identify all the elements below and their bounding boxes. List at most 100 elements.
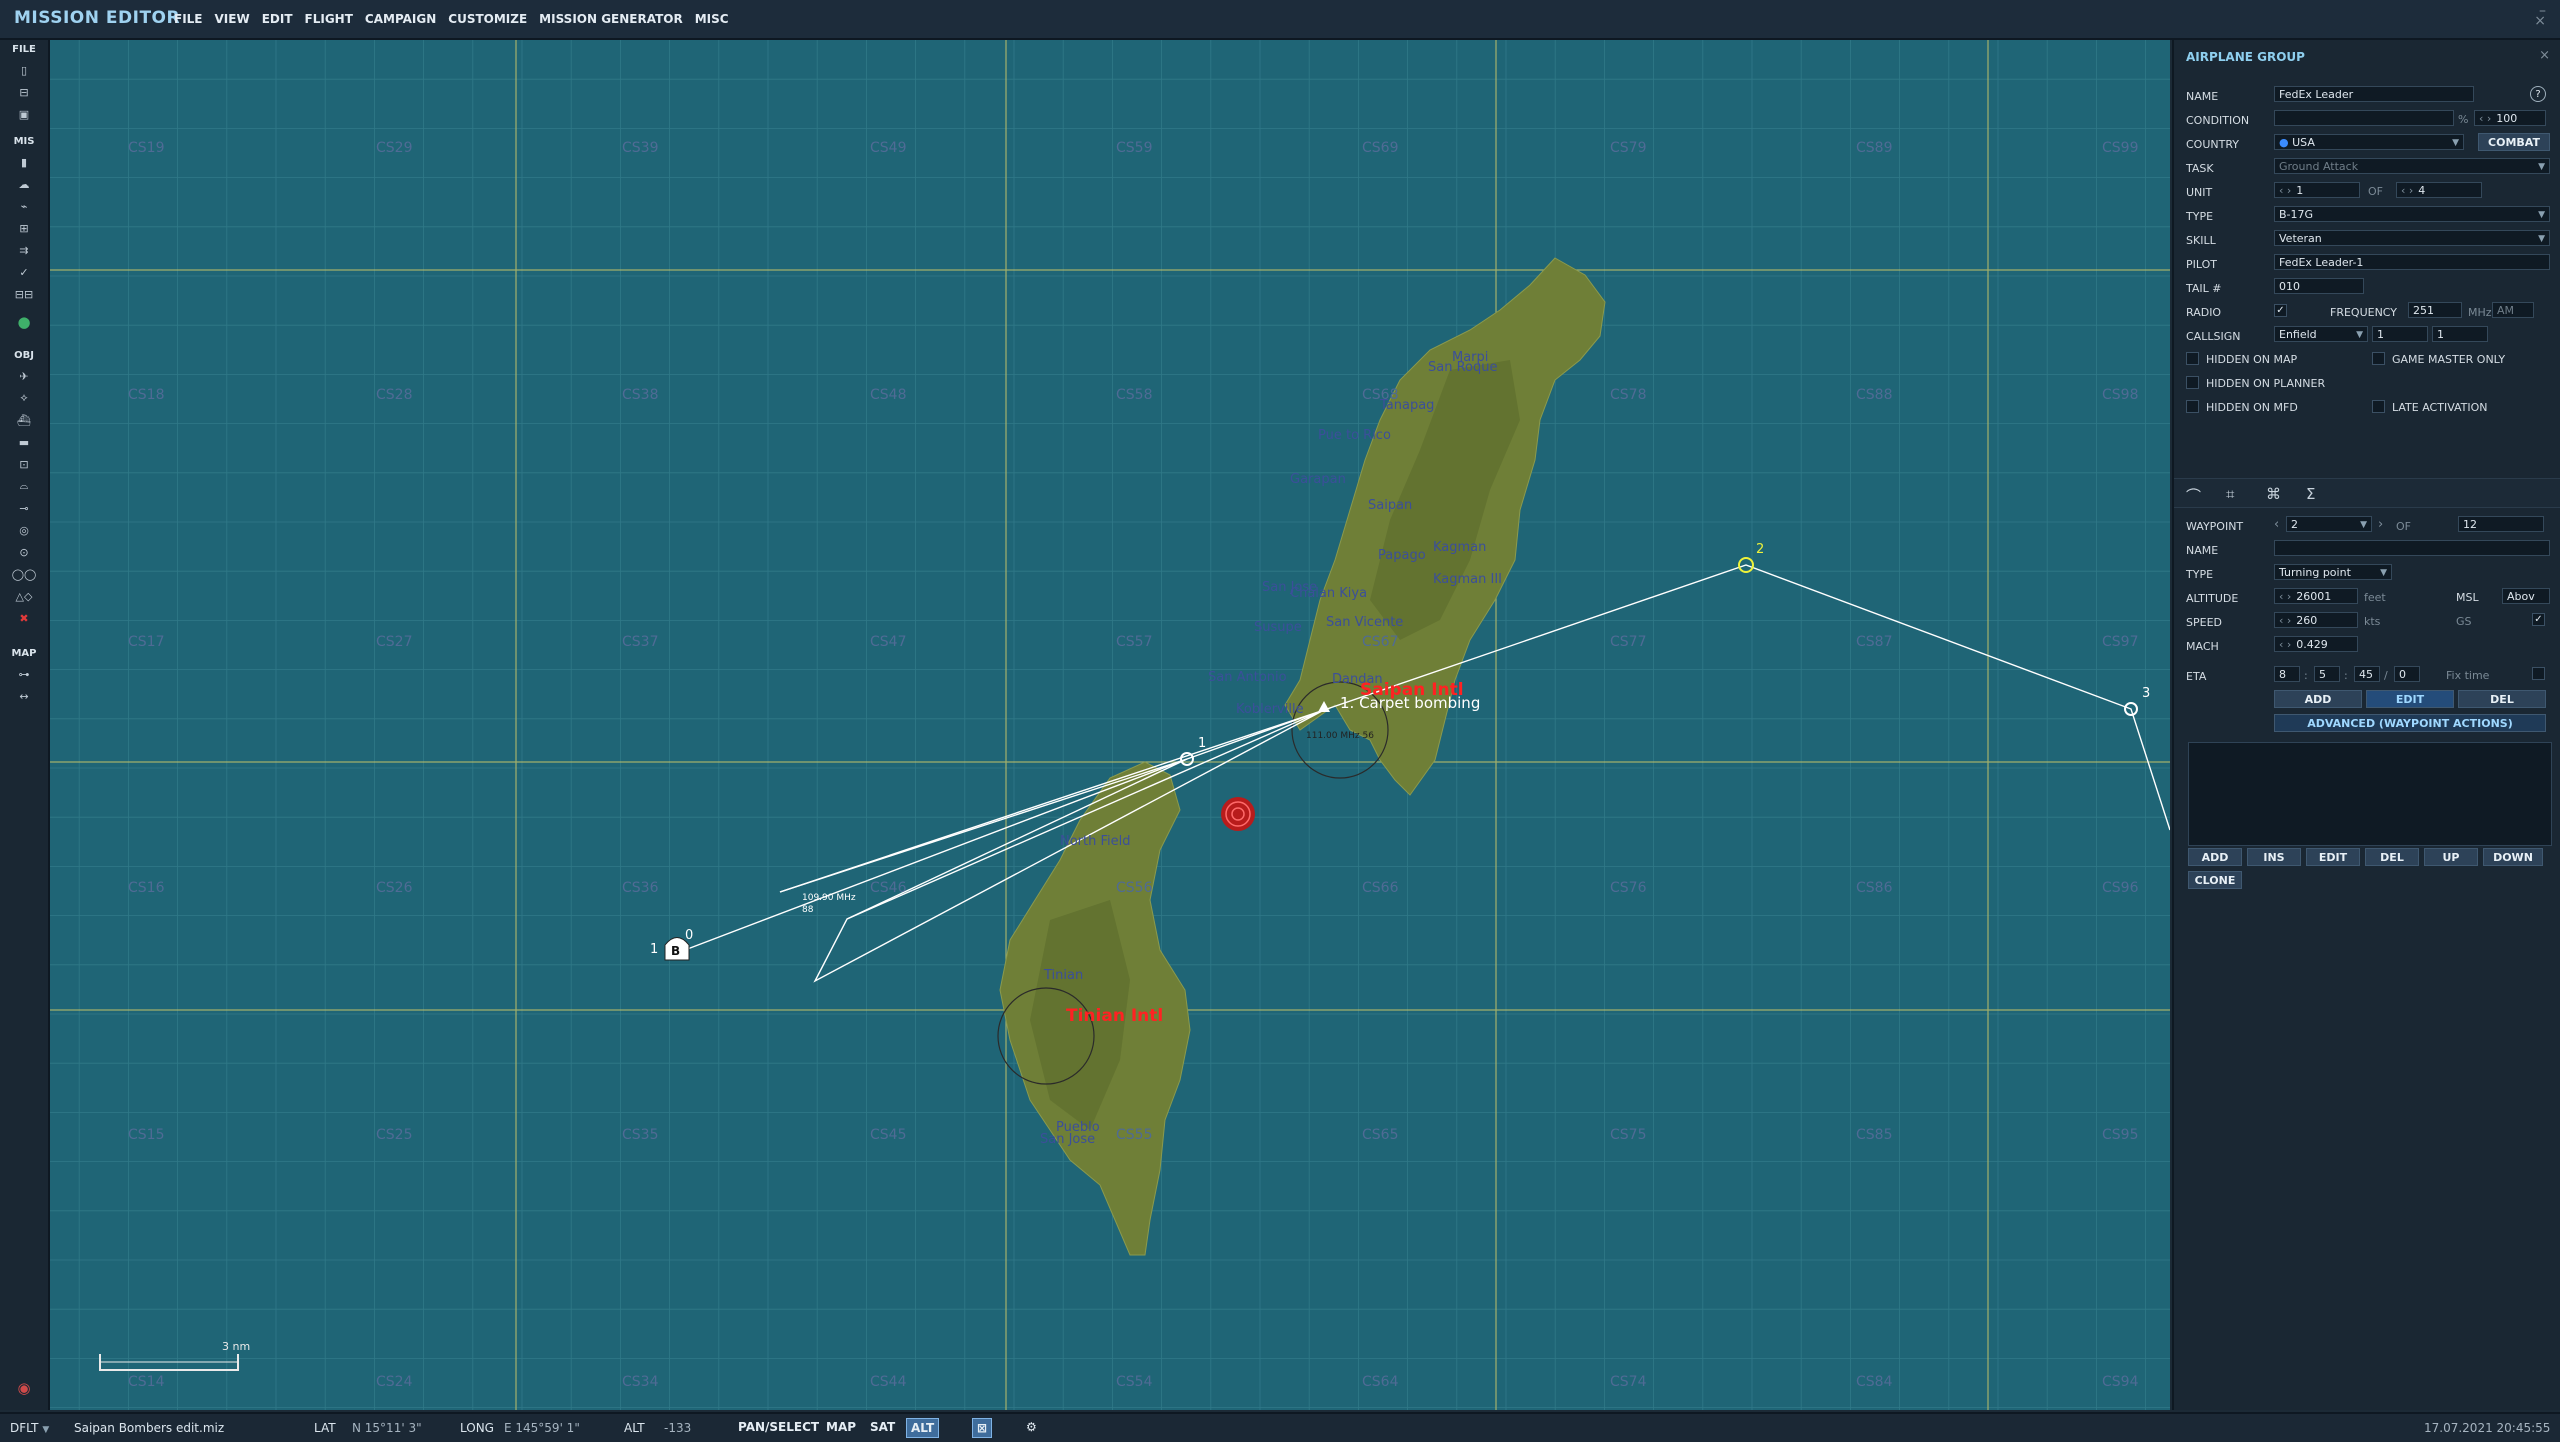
- eta-minutes-field[interactable]: 5: [2314, 666, 2340, 682]
- callsign-number-1[interactable]: 1: [2372, 326, 2428, 342]
- tinian-airfield-label[interactable]: Tinian Intl: [1066, 1006, 1163, 1026]
- action-delete-button[interactable]: DEL: [2365, 848, 2419, 866]
- country-select[interactable]: ● USA ▼: [2274, 134, 2464, 150]
- template-icon[interactable]: ⌓: [9, 478, 39, 494]
- draw-shapes-icon[interactable]: △◇: [9, 588, 39, 604]
- modulation-select[interactable]: AM: [2492, 302, 2534, 318]
- goals-icon[interactable]: ⊞: [9, 220, 39, 236]
- condition-field[interactable]: [2274, 110, 2454, 126]
- summary-tab-icon[interactable]: Σ: [2306, 485, 2315, 503]
- pilot-field[interactable]: FedEx Leader-1: [2274, 254, 2550, 270]
- ground-unit-icon[interactable]: ▬: [9, 434, 39, 450]
- waypoint-select[interactable]: 2 ▼: [2286, 516, 2372, 532]
- nav-point-icon[interactable]: ⊙: [9, 544, 39, 560]
- action-insert-button[interactable]: INS: [2247, 848, 2301, 866]
- menu-file[interactable]: FILE: [174, 12, 203, 26]
- actions-list[interactable]: [2188, 742, 2552, 846]
- settings-icon[interactable]: ⚙: [1022, 1418, 1041, 1436]
- new-mission-icon[interactable]: ▯: [9, 62, 39, 78]
- hidden-on-map-checkbox[interactable]: [2186, 352, 2199, 365]
- menu-edit[interactable]: EDIT: [262, 12, 293, 26]
- eta-frames-field[interactable]: 0: [2394, 666, 2420, 682]
- next-waypoint-icon[interactable]: ›: [2378, 517, 2383, 532]
- eta-seconds-field[interactable]: 45: [2354, 666, 2380, 682]
- ship-icon[interactable]: ⛴: [9, 412, 39, 428]
- action-add-button[interactable]: ADD: [2188, 848, 2242, 866]
- menu-customize[interactable]: CUSTOMIZE: [448, 12, 527, 26]
- ground-speed-checkbox[interactable]: ✓: [2532, 613, 2545, 626]
- menu-view[interactable]: VIEW: [215, 12, 250, 26]
- map-options-icon[interactable]: ⊶: [9, 666, 39, 682]
- late-activation-checkbox[interactable]: [2372, 400, 2385, 413]
- menu-misc[interactable]: MISC: [695, 12, 729, 26]
- helicopter-icon[interactable]: ⟡: [9, 390, 39, 406]
- check-icon[interactable]: ✓: [9, 264, 39, 280]
- waypoint-name-field[interactable]: [2274, 540, 2550, 556]
- waypoint-delete-button[interactable]: DEL: [2458, 690, 2546, 708]
- altitude-reference-select[interactable]: Abov: [2502, 588, 2550, 604]
- static-object-icon[interactable]: ⊡: [9, 456, 39, 472]
- altitude-reference[interactable]: MSL: [2456, 591, 2479, 604]
- previous-waypoint-icon[interactable]: ‹: [2274, 517, 2279, 532]
- eta-hours-field[interactable]: 8: [2274, 666, 2300, 682]
- action-down-button[interactable]: DOWN: [2483, 848, 2543, 866]
- callsign-select[interactable]: Enfield ▼: [2274, 326, 2368, 342]
- mach-stepper[interactable]: ‹ › 0.429: [2274, 636, 2358, 652]
- record-icon[interactable]: ◉: [9, 1379, 39, 1397]
- action-up-button[interactable]: UP: [2424, 848, 2478, 866]
- briefing-icon[interactable]: ▮: [9, 154, 39, 170]
- options-icon[interactable]: ⌁: [9, 198, 39, 214]
- hidden-on-mfd-checkbox[interactable]: [2186, 400, 2199, 413]
- combat-button[interactable]: COMBAT: [2478, 133, 2550, 151]
- task-select[interactable]: Ground Attack ▼: [2274, 158, 2550, 174]
- waypoint-edit-button[interactable]: EDIT: [2366, 690, 2454, 708]
- panel-close-icon[interactable]: ×: [2539, 48, 2550, 63]
- menu-flight[interactable]: FLIGHT: [305, 12, 353, 26]
- profile-select[interactable]: DFLT ▼: [10, 1421, 49, 1435]
- payload-tab-icon[interactable]: ⌘: [2266, 485, 2281, 503]
- weather-icon[interactable]: ☁: [9, 176, 39, 192]
- airplane-icon[interactable]: ✈: [9, 368, 39, 384]
- group-name-field[interactable]: FedEx Leader: [2274, 86, 2474, 102]
- radio-checkbox[interactable]: ✓: [2274, 304, 2287, 317]
- skill-select[interactable]: Veteran ▼: [2274, 230, 2550, 246]
- open-mission-icon[interactable]: ⊟: [9, 84, 39, 100]
- callsign-number-2[interactable]: 1: [2432, 326, 2488, 342]
- airfield-icon[interactable]: ◯◯: [9, 566, 39, 582]
- menu-mission-generator[interactable]: MISSION GENERATOR: [539, 12, 683, 26]
- map-mode-button[interactable]: MAP: [822, 1418, 860, 1436]
- advanced-waypoint-actions-button[interactable]: ADVANCED (WAYPOINT ACTIONS): [2274, 714, 2546, 732]
- game-master-only-checkbox[interactable]: [2372, 352, 2385, 365]
- tail-number-field[interactable]: 010: [2274, 278, 2364, 294]
- speed-stepper[interactable]: ‹ › 260: [2274, 612, 2358, 628]
- map-view[interactable]: CS19 CS29 CS39 CS49 CS59 CS69 CS79 CS89 CS99 CS18…: [50, 40, 2170, 1410]
- group-type-letter[interactable]: B: [671, 944, 680, 958]
- measure-icon[interactable]: ↔: [9, 688, 39, 704]
- route-tab-icon[interactable]: ⌒: [2186, 485, 2201, 506]
- pan-select-button[interactable]: PAN/SELECT: [734, 1418, 823, 1436]
- unit-stepper[interactable]: ‹ › 1: [2274, 182, 2360, 198]
- fly-mission-icon[interactable]: ●: [9, 313, 39, 331]
- satellite-mode-button[interactable]: SAT: [866, 1418, 899, 1436]
- type-select[interactable]: B-17G ▼: [2274, 206, 2550, 222]
- altitude-mode-button[interactable]: ALT: [906, 1418, 940, 1438]
- save-mission-icon[interactable]: ▣: [9, 106, 39, 122]
- resources-icon[interactable]: ⊟⊟: [9, 286, 39, 302]
- triggers-icon[interactable]: ⇉: [9, 242, 39, 258]
- unit-total-stepper[interactable]: ‹ › 4: [2396, 182, 2482, 198]
- fix-time-checkbox[interactable]: [2532, 667, 2545, 680]
- delete-icon[interactable]: ✖: [9, 610, 39, 626]
- altitude-stepper[interactable]: ‹ › 26001: [2274, 588, 2358, 604]
- help-icon[interactable]: ?: [2530, 86, 2546, 102]
- frequency-field[interactable]: 251: [2408, 302, 2462, 318]
- waypoint-add-button[interactable]: ADD: [2274, 690, 2362, 708]
- condition-value-field[interactable]: ‹ › 100: [2474, 110, 2546, 126]
- targets-tab-icon[interactable]: ⌗: [2226, 485, 2234, 503]
- menu-campaign[interactable]: CAMPAIGN: [365, 12, 436, 26]
- action-clone-button[interactable]: CLONE: [2188, 871, 2242, 889]
- close-app-button[interactable]: ×: [2534, 13, 2546, 29]
- map-tool-icon[interactable]: ⊠: [972, 1418, 993, 1438]
- action-edit-button[interactable]: EDIT: [2306, 848, 2360, 866]
- trigger-zone-icon[interactable]: ⊸: [9, 500, 39, 516]
- target-icon[interactable]: ◎: [9, 522, 39, 538]
